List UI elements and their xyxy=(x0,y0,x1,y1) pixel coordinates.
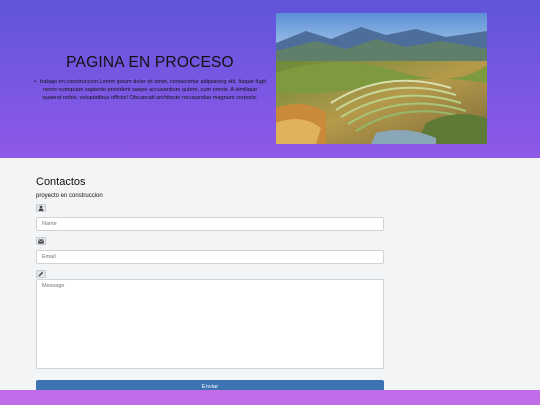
terrace-landscape-image xyxy=(276,13,487,144)
envelope-icon xyxy=(36,237,46,245)
page-title: PAGINA EN PROCESO xyxy=(66,54,234,71)
message-row xyxy=(36,270,384,374)
contact-subtitle: proyecto en construccion xyxy=(36,193,103,199)
user-icon xyxy=(36,204,46,212)
message-field[interactable] xyxy=(36,279,384,369)
contact-form-section: Contactos proyecto en construccion Envia… xyxy=(36,176,384,394)
name-field[interactable] xyxy=(36,217,384,231)
email-field[interactable] xyxy=(36,250,384,264)
name-row xyxy=(36,204,384,231)
email-row xyxy=(36,237,384,264)
hero-section: PAGINA EN PROCESO • trabajo en construcci… xyxy=(0,0,540,158)
pencil-icon xyxy=(36,270,46,278)
hero-paragraph: • trabajo en construccion Lorem ipsum dol… xyxy=(34,78,266,102)
hero-paragraph-text: trabajo en construccion Lorem ipsum dolo… xyxy=(39,79,267,101)
bullet-icon: • xyxy=(34,79,36,85)
hero-text: PAGINA EN PROCESO • trabajo en construcci… xyxy=(34,54,266,102)
contact-title: Contactos xyxy=(36,176,86,188)
footer-bar xyxy=(0,390,540,405)
